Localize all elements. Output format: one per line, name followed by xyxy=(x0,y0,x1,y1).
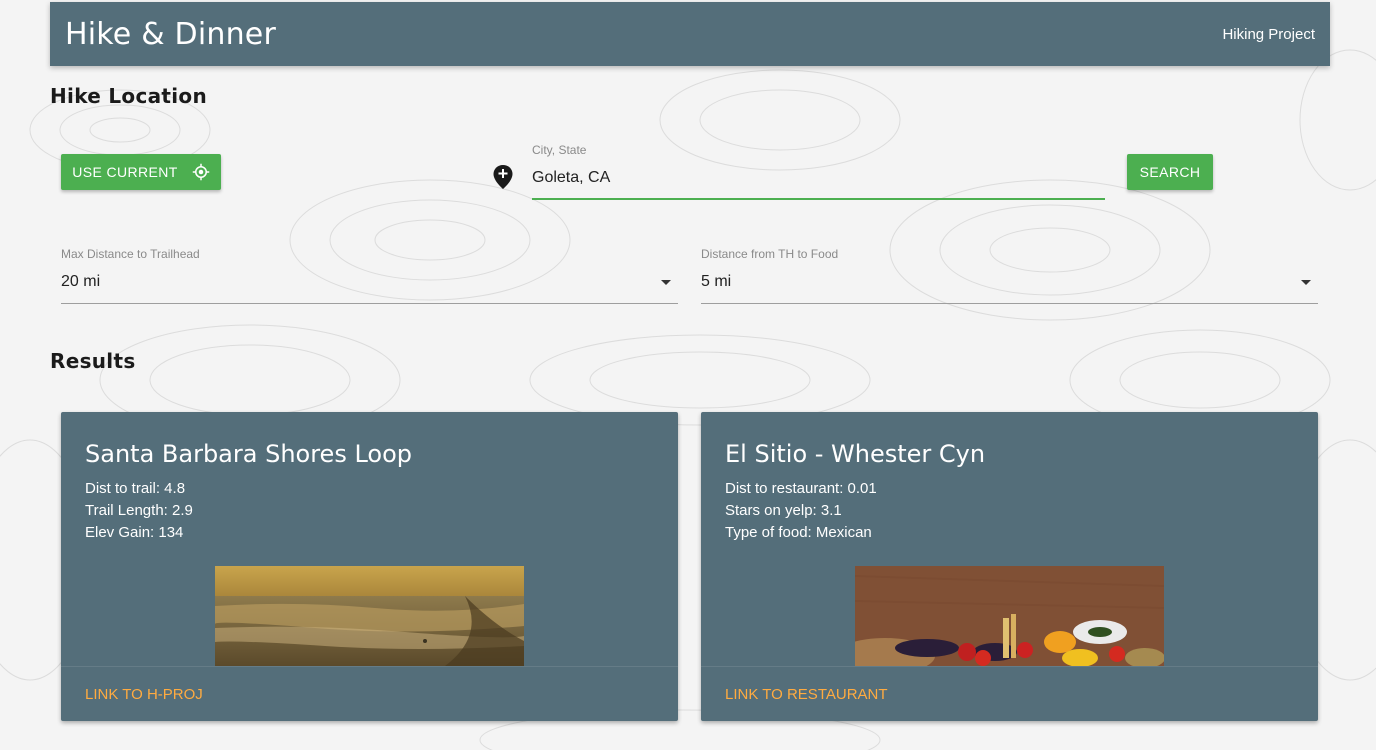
hike-location-heading: Hike Location xyxy=(50,84,208,108)
card-divider xyxy=(701,666,1318,667)
restaurant-distance: Dist to restaurant: 0.01 xyxy=(725,480,877,497)
results-heading: Results xyxy=(50,349,136,373)
trail-name: Santa Barbara Shores Loop xyxy=(85,440,412,468)
max-distance-label: Max Distance to Trailhead xyxy=(61,247,200,261)
chevron-down-icon xyxy=(661,280,671,285)
restaurant-name: El Sitio - Whester Cyn xyxy=(725,440,986,468)
restaurant-food-type: Type of food: Mexican xyxy=(725,524,872,541)
restaurant-card: El Sitio - Whester Cyn Dist to restauran… xyxy=(701,412,1318,721)
trail-distance: Dist to trail: 4.8 xyxy=(85,480,186,497)
crosshair-icon xyxy=(192,163,210,181)
trail-image xyxy=(215,566,524,666)
trail-elevation: Elev Gain: 134 xyxy=(85,524,184,541)
nav-link-hiking-project[interactable]: Hiking Project xyxy=(1222,26,1315,43)
city-state-input[interactable] xyxy=(532,166,1102,190)
trail-card: Santa Barbara Shores Loop Dist to trail:… xyxy=(61,412,678,721)
city-state-underline xyxy=(532,198,1105,200)
food-distance-value: 5 mi xyxy=(701,273,732,290)
city-state-label: City, State xyxy=(532,143,587,157)
use-current-button[interactable]: USE CURRENT xyxy=(61,154,221,190)
link-to-restaurant[interactable]: LINK TO RESTAURANT xyxy=(725,686,888,703)
max-distance-underline xyxy=(61,303,678,304)
trail-length: Trail Length: 2.9 xyxy=(85,502,193,519)
add-location-icon xyxy=(493,165,513,189)
search-button[interactable]: SEARCH xyxy=(1127,154,1213,190)
food-distance-label: Distance from TH to Food xyxy=(701,247,839,261)
max-distance-value: 20 mi xyxy=(61,273,101,290)
food-distance-underline xyxy=(701,303,1318,304)
restaurant-image xyxy=(855,566,1164,666)
navbar: Hike & Dinner Hiking Project xyxy=(50,2,1330,66)
brand-logo[interactable]: Hike & Dinner xyxy=(65,17,276,52)
use-current-label: USE CURRENT xyxy=(72,164,178,180)
restaurant-stars: Stars on yelp: 3.1 xyxy=(725,502,842,519)
link-to-hiking-project[interactable]: LINK TO H-PROJ xyxy=(85,686,203,703)
chevron-down-icon xyxy=(1301,280,1311,285)
card-divider xyxy=(61,666,678,667)
